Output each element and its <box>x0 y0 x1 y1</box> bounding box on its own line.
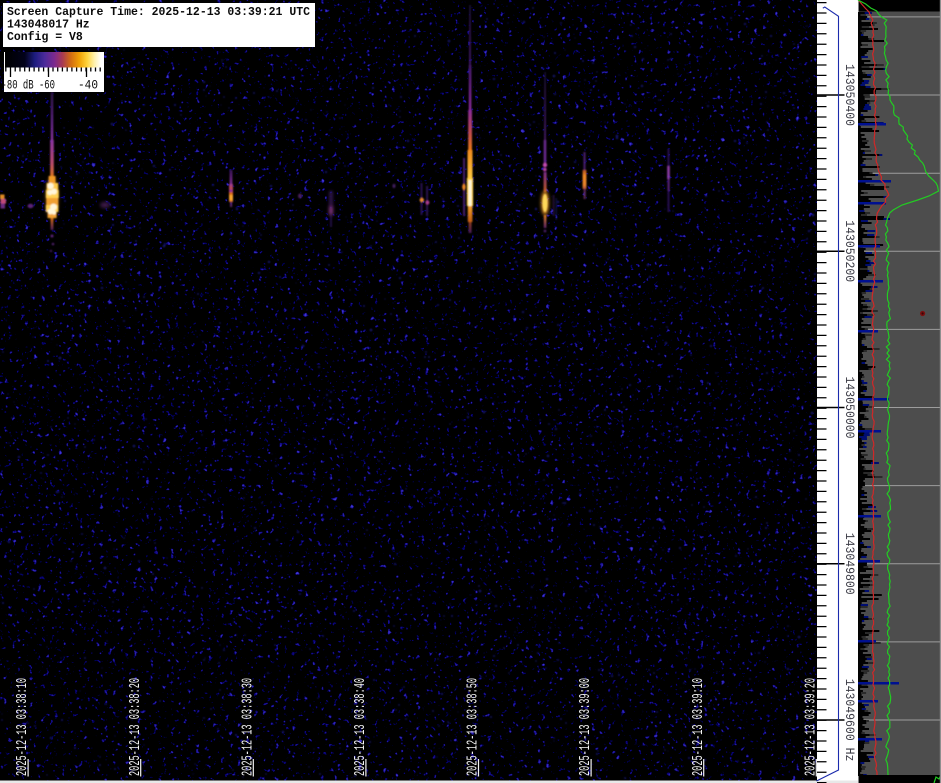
svg-text:-80 dB -60: -80 dB -60 <box>2 79 56 93</box>
svg-text:-40: -40 <box>78 79 98 93</box>
svg-text:143049600 Hz: 143049600 Hz <box>842 679 857 762</box>
svg-text:2025-12-13 03:39:20: 2025-12-13 03:39:20 <box>803 678 820 776</box>
svg-text:143049800: 143049800 <box>842 533 857 595</box>
svg-text:2025-12-13 03:39:00: 2025-12-13 03:39:00 <box>577 678 594 776</box>
svg-text:2025-12-13 03:38:30: 2025-12-13 03:38:30 <box>240 678 257 776</box>
svg-text:143050400: 143050400 <box>842 64 857 126</box>
svg-text:2025-12-13 03:38:40: 2025-12-13 03:38:40 <box>352 678 369 776</box>
svg-text:2025-12-13 03:38:50: 2025-12-13 03:38:50 <box>465 678 482 776</box>
svg-text:2025-12-13 03:38:10: 2025-12-13 03:38:10 <box>14 678 31 776</box>
svg-text:Config = V8: Config = V8 <box>7 30 83 44</box>
svg-text:2025-12-13 03:38:20: 2025-12-13 03:38:20 <box>127 678 144 776</box>
svg-text:143050000: 143050000 <box>842 377 857 439</box>
svg-text:143050200: 143050200 <box>842 220 857 282</box>
svg-text:2025-12-13 03:39:10: 2025-12-13 03:39:10 <box>690 678 707 776</box>
